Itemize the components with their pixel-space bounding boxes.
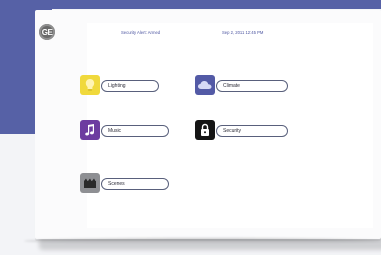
cloud-svg xyxy=(198,81,212,89)
scene-svg xyxy=(84,178,96,188)
scenes-tile[interactable]: Scenes xyxy=(80,173,173,193)
light-bulb-icon xyxy=(80,75,100,95)
music-label: Music xyxy=(101,125,169,137)
lock-svg xyxy=(201,123,209,136)
status-left: Security Alert: Armed xyxy=(121,30,161,35)
top-bar: GE Security Alert: Armed Sep 2, 2011 12:… xyxy=(0,0,381,40)
brand-logo-text: GE xyxy=(41,27,53,37)
lighting-tile[interactable]: Lighting xyxy=(80,75,164,95)
brand-logo: GE xyxy=(39,24,55,40)
device-bottom-shadow xyxy=(24,238,381,244)
lighting-label: Lighting xyxy=(101,80,159,92)
scene-icon xyxy=(80,173,100,193)
cloud-icon xyxy=(195,75,215,95)
light-bulb-svg xyxy=(85,79,95,91)
scenes-label: Scenes xyxy=(101,178,169,190)
screenshot-scene: GE Security Alert: Armed Sep 2, 2011 12:… xyxy=(0,0,381,255)
lock-icon xyxy=(195,120,215,140)
security-tile[interactable]: Security xyxy=(195,120,288,140)
status-right: Sep 2, 2011 12:45 PM xyxy=(222,30,264,35)
climate-tile[interactable]: Climate xyxy=(195,75,288,95)
music-tile[interactable]: Music xyxy=(80,120,173,140)
music-note-svg xyxy=(85,124,94,136)
music-note-icon xyxy=(80,120,100,140)
climate-label: Climate xyxy=(216,80,288,92)
security-label: Security xyxy=(216,125,288,137)
